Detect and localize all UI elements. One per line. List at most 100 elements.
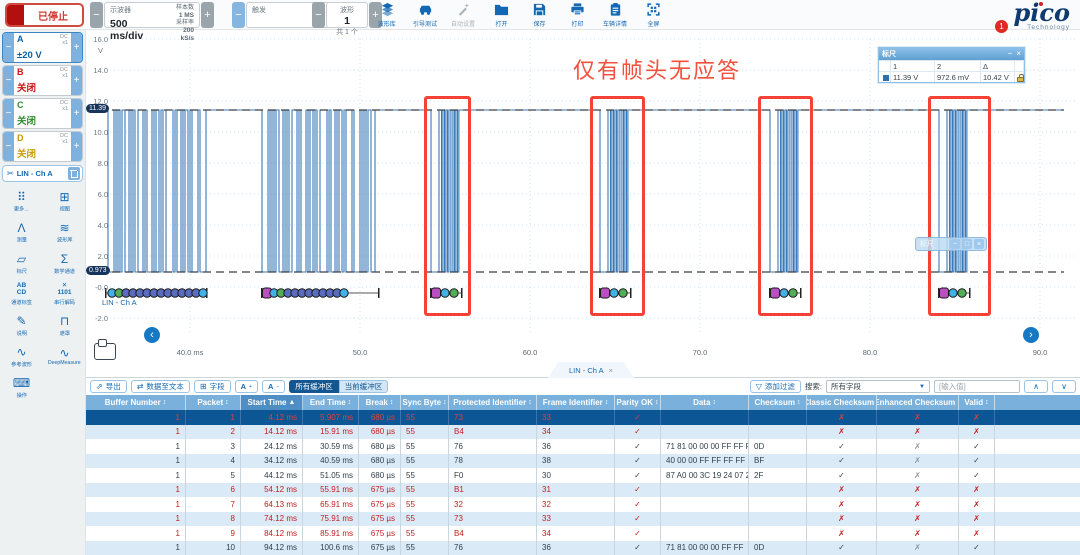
sidebar-tool-measurements[interactable]: Λ 测量 <box>0 217 43 248</box>
toolbar-fullscreen-button[interactable]: 全屏 <box>634 1 672 29</box>
ruler-overlay-panel[interactable]: 标尺 − × 1 2 Δ 11.39 V 972.6 mV 10.42 V <box>878 47 1025 83</box>
toolbar-print-button[interactable]: 打印 <box>558 1 596 29</box>
trigger-decrease-button[interactable]: − <box>232 2 245 28</box>
trash-icon[interactable] <box>68 167 80 180</box>
sidebar-tool-actions[interactable]: ⌨ 操作 <box>0 372 43 403</box>
decoder-chip-lin-cha[interactable]: ✂ LIN - Ch A <box>2 165 83 182</box>
waveform-prev-button[interactable]: − <box>312 2 325 28</box>
toolbar-open-button[interactable]: 打开 <box>482 1 520 29</box>
sidebar-tool-serial-decoding[interactable]: ✕ 1101 串行解码 <box>43 279 86 310</box>
font-increase-button[interactable]: A + <box>234 380 258 393</box>
table-row-packet-2[interactable]: 1 2 14.12 ms 15.91 ms 680 µs 55 B4 34 ✓ ✗ ✗ ✗ <box>86 424 1080 439</box>
column-header-valid[interactable]: Valid ↕ <box>959 395 995 410</box>
search-prev-button[interactable]: ∧ <box>1024 380 1048 393</box>
sidebar-tool-reference-waveforms[interactable]: ∿ 参考波形 <box>0 341 43 372</box>
toolbar-auto-setup-button[interactable]: 自动设置 <box>444 1 482 29</box>
minimize-icon[interactable]: − <box>950 239 960 249</box>
ruler-panel-titlebar[interactable]: 标尺 − × <box>879 48 1024 60</box>
ruler-value-top[interactable]: 11.39 <box>86 104 109 113</box>
column-header-frame-identifier[interactable]: Frame Identifier ↕ <box>537 395 615 410</box>
sidebar-tool-rulers[interactable]: ▱ 标尺 <box>0 248 43 279</box>
column-header-end-time[interactable]: End Time ↕ <box>303 395 359 410</box>
column-header-sync-byte[interactable]: Sync Byte ↕ <box>401 395 449 410</box>
table-row-packet-1[interactable]: 1 1 4.12 ms 5.907 ms 680 µs 55 73 33 ✓ ✗ ✗ ✗ <box>86 410 1080 425</box>
scroll-right-button[interactable]: › <box>1023 327 1039 343</box>
sidebar-tool-notes[interactable]: ✎ 说明 <box>0 310 43 341</box>
notification-badge[interactable]: 1 <box>995 20 1008 33</box>
scope-settings-panel[interactable]: 示波器 500 ms/div 样本数 1 MS 采样率 200 kS/s <box>104 2 200 42</box>
channel-b-increase-button[interactable]: + <box>71 66 82 95</box>
sidebar-tool-more[interactable]: ⠿ 更多... <box>0 186 43 217</box>
column-header-break[interactable]: Break ↕ <box>359 395 401 410</box>
sidebar-tool-channel-labels[interactable]: AB CD 通道标签 <box>0 279 43 310</box>
waveform-view[interactable]: V 仅有帧头无应答 11.39 0.973 LIN - Ch A ‹ › 标尺 … <box>86 30 1080 362</box>
channel-c-decrease-button[interactable]: − <box>3 99 14 128</box>
channel-c-increase-button[interactable]: + <box>71 99 82 128</box>
sidebar-tool-waveform-library[interactable]: ≋ 波形库 <box>43 217 86 248</box>
toolbar-save-button[interactable]: 保存 <box>520 1 558 29</box>
table-row-packet-5[interactable]: 1 5 44.12 ms 51.05 ms 680 µs 55 F0 30 ✓ 87 A0 00 … <box>86 468 1080 483</box>
minimize-icon[interactable]: − <box>1008 50 1013 58</box>
search-input[interactable] <box>934 380 1020 393</box>
ruler-value-bottom[interactable]: 0.973 <box>86 266 110 275</box>
font-decrease-button[interactable]: A − <box>261 380 286 393</box>
table-row-packet-10[interactable]: 1 10 94.12 ms 100.6 ms 675 µs 55 76 36 ✓ 71 81 00… <box>86 540 1080 555</box>
toolbar-guided-tests-button[interactable]: 引导测试 <box>406 1 444 29</box>
column-header-buffer-number[interactable]: Buffer Number ↕ <box>86 395 186 410</box>
column-header-checksum[interactable]: Checksum ↕ <box>749 395 807 410</box>
column-header-packet[interactable]: Packet ↕ <box>186 395 241 410</box>
channel-c-panel[interactable]: − C DC x1 关闭 + <box>2 98 83 129</box>
channel-b-decrease-button[interactable]: − <box>3 66 14 95</box>
tab-lin-cha[interactable]: LIN - Ch A × <box>548 362 634 378</box>
sidebar-tool-math-channels[interactable]: Σ 数学通道 <box>43 248 86 279</box>
data-to-text-button[interactable]: ⇄ 数据至文本 <box>130 380 190 393</box>
sidebar-tool-masks[interactable]: ⊓ 遮罩 <box>43 310 86 341</box>
column-header-enhanced-checksum[interactable]: Enhanced Checksum↕ <box>877 395 959 410</box>
channel-range: 关闭 <box>17 149 37 160</box>
channel-d-increase-button[interactable]: + <box>71 132 82 161</box>
buffer-overview-icon[interactable] <box>94 339 116 360</box>
floating-window-controls[interactable]: 标尺 − □ × <box>915 237 987 251</box>
lock-icon[interactable] <box>1017 74 1024 82</box>
tab-close-icon[interactable]: × <box>609 366 613 375</box>
sample-count: 1 MS <box>178 11 194 19</box>
channel-a-increase-button[interactable]: + <box>71 33 82 62</box>
channel-range: 关闭 <box>17 116 37 127</box>
toolbar-vehicle-details-button[interactable]: 车辆详情 <box>596 1 634 29</box>
waveform-count-panel[interactable]: 波形 1 共 1 个 <box>326 2 368 36</box>
channel-a-panel[interactable]: − A DC x1 ±20 V + <box>2 32 83 63</box>
current-buffer-button[interactable]: 当前缓冲区 <box>338 380 389 393</box>
close-icon[interactable]: × <box>1016 50 1021 58</box>
waveform-number: 1 <box>344 15 350 27</box>
channel-a-decrease-button[interactable]: − <box>3 33 14 62</box>
table-row-packet-6[interactable]: 1 6 54.12 ms 55.91 ms 675 µs 55 B1 31 ✓ ✗ ✗ ✗ <box>86 482 1080 497</box>
fields-button[interactable]: ⊞ 字段 <box>193 380 231 393</box>
search-field-select[interactable]: 所有字段 ▼ <box>826 380 930 393</box>
table-row-packet-8[interactable]: 1 8 74.12 ms 75.91 ms 675 µs 55 73 33 ✓ ✗ ✗ ✗ <box>86 511 1080 526</box>
column-header-parity-ok[interactable]: Parity OK ↕ <box>615 395 661 410</box>
add-filter-button[interactable]: ▽ 添加过滤 <box>749 380 801 393</box>
restore-icon[interactable]: □ <box>962 239 972 249</box>
column-header-start-time[interactable]: Start Time ▲ <box>241 395 303 410</box>
channel-b-panel[interactable]: − B DC x1 关闭 + <box>2 65 83 96</box>
table-row-packet-3[interactable]: 1 3 24.12 ms 30.59 ms 680 µs 55 76 36 ✓ 71 81 00 … <box>86 439 1080 454</box>
table-row-packet-9[interactable]: 1 9 84.12 ms 85.91 ms 675 µs 55 B4 34 ✓ ✗ ✗ ✗ <box>86 526 1080 541</box>
timebase-decrease-button[interactable]: − <box>90 2 103 28</box>
toolbar-waveform-library-button[interactable]: 波形库 <box>368 1 406 29</box>
sidebar-tool-views[interactable]: ⊞ 视图 <box>43 186 86 217</box>
column-header-protected-identifier[interactable]: Protected Identifier ↕ <box>449 395 537 410</box>
column-header-classic-checksum[interactable]: Classic Checksum↕ <box>807 395 877 410</box>
timebase-increase-button[interactable]: + <box>201 2 214 28</box>
column-header-data[interactable]: Data ↕ <box>661 395 749 410</box>
search-next-button[interactable]: ∨ <box>1052 380 1076 393</box>
stop-button[interactable]: 已停止 <box>5 3 84 27</box>
sidebar-tool-deep-measure[interactable]: ∿ DeepMeasure <box>43 341 86 372</box>
scroll-left-button[interactable]: ‹ <box>144 327 160 343</box>
table-row-packet-7[interactable]: 1 7 64.13 ms 65.91 ms 675 µs 55 32 32 ✓ ✗ ✗ ✗ <box>86 497 1080 512</box>
close-icon[interactable]: × <box>974 239 984 249</box>
channel-d-panel[interactable]: − D DC x1 关闭 + <box>2 131 83 162</box>
table-row-packet-4[interactable]: 1 4 34.12 ms 40.59 ms 680 µs 55 78 38 ✓ 40 00 00 … <box>86 453 1080 468</box>
all-buffers-button[interactable]: 所有缓冲区 <box>289 380 339 393</box>
export-button[interactable]: ⇗ 导出 <box>90 380 127 393</box>
channel-d-decrease-button[interactable]: − <box>3 132 14 161</box>
